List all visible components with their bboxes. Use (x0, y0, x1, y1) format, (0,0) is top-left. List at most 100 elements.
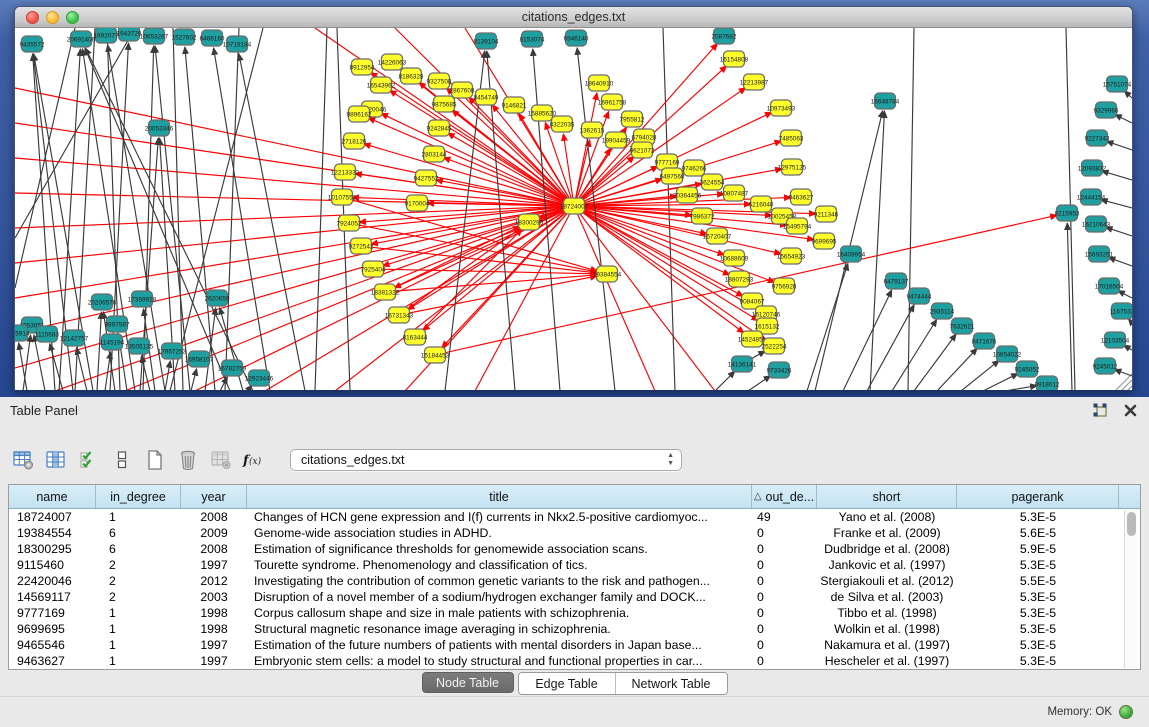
network-node[interactable]: 10688609 (720, 250, 749, 266)
network-node[interactable]: 8322035 (550, 116, 575, 132)
network-node[interactable]: 1362615 (580, 122, 605, 138)
network-node[interactable]: 18640910 (585, 75, 614, 91)
network-node[interactable]: 15751074 (1103, 76, 1132, 92)
table-row[interactable]: 969969511998Structural magnetic resonanc… (9, 621, 1140, 637)
network-node[interactable]: 9245052 (1015, 361, 1040, 377)
table-column-icon[interactable] (43, 447, 69, 473)
table-row[interactable]: 946554611997Estimation of the future num… (9, 637, 1140, 653)
network-node[interactable]: 7924052 (337, 215, 362, 231)
table-selector-dropdown[interactable]: citations_edges.txt ▲▼ (290, 449, 682, 471)
network-node[interactable]: 6466160 (200, 30, 225, 46)
network-node[interactable]: 18724007 (560, 198, 589, 214)
network-node[interactable]: 3915914 (15, 325, 30, 341)
network-node[interactable]: 19904459 (602, 132, 631, 148)
column-header-name[interactable]: name (9, 485, 96, 508)
network-node[interactable]: 9699695 (812, 233, 837, 249)
tab-node-table[interactable]: Node Table (422, 672, 514, 693)
network-node[interactable]: 17957253 (158, 343, 187, 359)
network-node[interactable]: 2522254 (762, 338, 787, 354)
network-node[interactable]: 16961758 (598, 94, 627, 110)
table-row[interactable]: 1938455462009Genome-wide association stu… (9, 525, 1140, 541)
table-vertical-scrollbar[interactable] (1124, 510, 1137, 668)
network-node[interactable]: 14226063 (378, 54, 407, 70)
network-node[interactable]: 8215953 (1055, 205, 1080, 221)
close-panel-icon[interactable] (1121, 401, 1139, 419)
column-header-out_de[interactable]: △out_de... (752, 485, 817, 508)
float-panel-icon[interactable] (1091, 401, 1109, 419)
network-node[interactable]: 8912954 (350, 59, 375, 75)
network-node[interactable]: 12444154 (1077, 189, 1106, 205)
network-node[interactable]: 6216040 (749, 196, 774, 212)
network-node[interactable]: 9875685 (432, 96, 457, 112)
network-node[interactable]: 10719184 (223, 36, 252, 52)
network-node[interactable]: 8471676 (972, 333, 997, 349)
network-node[interactable]: 7485063 (779, 130, 804, 146)
network-node[interactable]: 16731343 (385, 307, 414, 323)
network-node[interactable]: 9245012 (1093, 358, 1118, 374)
network-node[interactable]: 9242845 (427, 120, 452, 136)
network-node[interactable]: 15495794 (783, 218, 812, 234)
network-node[interactable]: 16409954 (837, 246, 866, 262)
network-node[interactable]: 8186328 (399, 68, 424, 84)
scrollbar-thumb[interactable] (1127, 512, 1136, 536)
network-node[interactable]: 2620659 (205, 290, 230, 306)
network-node[interactable]: 6946140 (564, 30, 589, 46)
network-node[interactable]: 12213987 (740, 74, 769, 90)
memory-status-icon[interactable] (1119, 705, 1133, 719)
network-node[interactable]: 7955812 (620, 111, 645, 127)
network-node[interactable]: 9474444 (907, 288, 932, 304)
network-node[interactable]: 1167533 (1110, 303, 1132, 319)
network-node[interactable]: 20206576 (88, 294, 117, 310)
network-node[interactable]: 9427552 (414, 170, 439, 186)
network-node[interactable]: 16154808 (720, 51, 749, 67)
network-node[interactable]: 2803144 (422, 146, 447, 162)
network-node[interactable]: 1115683 (35, 326, 59, 342)
network-node[interactable]: 16543962 (367, 77, 396, 93)
network-canvas[interactable]: 18724007 891295414226063818632816543962 93… (15, 28, 1132, 390)
network-node[interactable]: 7632621 (950, 318, 975, 334)
column-header-pagerank[interactable]: pagerank (957, 485, 1119, 508)
network-node[interactable]: 9272542 (349, 238, 374, 254)
delete-trash-icon[interactable] (175, 447, 201, 473)
network-node[interactable]: 8918012 (1035, 376, 1060, 390)
network-graph[interactable]: 18724007 891295414226063818632816543962 93… (15, 28, 1132, 390)
network-node[interactable]: 1692077 (94, 28, 119, 43)
table-row[interactable]: 1830029562008Estimation of significance … (9, 541, 1140, 557)
network-window-titlebar[interactable]: citations_edges.txt (15, 7, 1132, 28)
network-node[interactable]: 10807487 (720, 185, 749, 201)
column-header-short[interactable]: short (817, 485, 957, 508)
network-node[interactable]: 9170004 (405, 195, 430, 211)
network-node[interactable]: 2087682 (712, 28, 737, 44)
new-document-icon[interactable] (142, 447, 168, 473)
network-node[interactable]: 18381322 (371, 284, 400, 300)
network-node[interactable]: 9227343 (1085, 130, 1110, 146)
table-row[interactable]: 977716911998Corpus callosum shape and si… (9, 605, 1140, 621)
network-node[interactable]: 9733426 (767, 362, 792, 378)
network-node[interactable]: 9211346 (814, 206, 839, 222)
network-node[interactable]: 1943728 (117, 28, 142, 41)
network-node[interactable]: 16958107 (185, 351, 214, 367)
network-node[interactable]: 12093832 (1078, 160, 1107, 176)
network-node[interactable]: 19384554 (593, 266, 622, 282)
network-node[interactable]: 12923446 (245, 370, 274, 386)
network-node[interactable]: 18807293 (725, 271, 754, 287)
network-node[interactable]: 2867608 (450, 82, 475, 98)
network-node[interactable]: 9756928 (772, 278, 797, 294)
network-node[interactable]: 16210643 (1082, 216, 1111, 232)
network-node[interactable]: 2935114 (930, 303, 955, 319)
network-node[interactable]: 12142757 (60, 330, 89, 346)
network-node[interactable]: 9897587 (105, 316, 130, 332)
network-node[interactable]: 12103504 (1101, 332, 1130, 348)
network-node[interactable]: 6479137 (884, 273, 909, 289)
network-node[interactable]: 9329966 (1094, 102, 1119, 118)
network-node[interactable]: 9746266 (682, 160, 707, 176)
table-row[interactable]: 2242004622012Investigating the contribut… (9, 573, 1140, 589)
network-node[interactable]: 17016504 (1095, 278, 1124, 294)
network-node[interactable]: 9896162 (347, 106, 372, 122)
network-node[interactable]: 8163444 (403, 329, 428, 345)
network-node[interactable]: 9435572 (20, 36, 45, 52)
network-node[interactable]: 13505135 (125, 338, 154, 354)
network-node[interactable]: 20364456 (673, 187, 702, 203)
network-node[interactable]: 9621072 (630, 142, 655, 158)
network-node[interactable]: 10653287 (140, 28, 169, 44)
